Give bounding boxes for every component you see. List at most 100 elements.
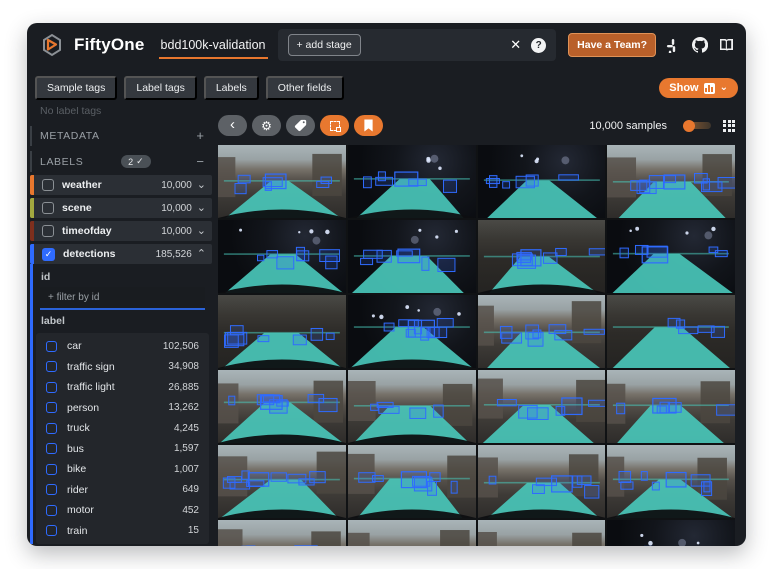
sample-tile[interactable] [348, 295, 476, 368]
patches-icon [330, 121, 340, 131]
class-checkbox[interactable] [46, 464, 57, 475]
sample-tile[interactable] [478, 370, 606, 443]
sample-tile[interactable] [348, 520, 476, 546]
grid-view-icon[interactable] [723, 120, 735, 132]
sample-tile[interactable] [348, 445, 476, 518]
field-row-timeofday[interactable]: timeofday10,000⌄ [30, 221, 212, 241]
sample-tile[interactable] [218, 370, 346, 443]
field-count: 10,000 [161, 203, 192, 214]
field-row-scene[interactable]: scene 10,000 ⌄ [30, 198, 212, 218]
class-row-bike[interactable]: bike1,007 [36, 459, 209, 480]
sample-tile[interactable] [607, 520, 735, 546]
patches-button[interactable] [320, 115, 349, 136]
id-field-header: id [33, 266, 212, 285]
class-label: person [67, 402, 99, 414]
filter-by-id-input[interactable] [40, 287, 205, 310]
sample-tile[interactable] [218, 145, 346, 218]
dataset-name[interactable]: bdd100k-validation [159, 32, 268, 59]
field-color-bar [30, 175, 34, 195]
expand-metadata-icon[interactable]: + [196, 131, 204, 141]
class-row-car[interactable]: car102,506 [36, 336, 209, 357]
labels-section-header[interactable]: LABELS 2✓ − [30, 151, 212, 172]
class-checkbox[interactable] [46, 402, 57, 413]
sample-tile[interactable] [478, 145, 606, 218]
tag-tab-label-tags[interactable]: Label tags [124, 76, 196, 100]
sample-tile[interactable] [478, 445, 606, 518]
class-row-bus[interactable]: bus1,597 [36, 439, 209, 460]
field-checkbox[interactable] [42, 179, 54, 191]
github-icon[interactable] [691, 37, 708, 54]
class-checkbox[interactable] [46, 505, 57, 516]
class-row-traffic-light[interactable]: traffic light26,885 [36, 377, 209, 398]
sample-tile[interactable] [478, 220, 606, 293]
settings-button[interactable]: ⚙ [252, 115, 281, 136]
field-checkbox[interactable] [42, 202, 54, 214]
class-checkbox[interactable] [46, 382, 57, 393]
tag-icon [294, 119, 307, 132]
field-checkbox[interactable]: ✓ [42, 248, 55, 261]
field-row-weather[interactable]: weather10,000⌄ [30, 175, 212, 195]
field-count: 10,000 [161, 226, 192, 237]
class-row-train[interactable]: train15 [36, 521, 209, 542]
chart-icon [704, 83, 715, 94]
fiftyone-logo-icon [39, 32, 65, 58]
check-icon: ✓ [136, 156, 144, 167]
sample-tile[interactable] [607, 220, 735, 293]
sample-tile[interactable] [348, 220, 476, 293]
add-stage-button[interactable]: + add stage [288, 34, 361, 56]
class-checkbox[interactable] [46, 341, 57, 352]
help-icon[interactable]: ? [531, 38, 546, 53]
class-row-truck[interactable]: truck4,245 [36, 418, 209, 439]
class-count: 26,885 [168, 382, 199, 393]
tag-tab-labels[interactable]: Labels [204, 76, 259, 100]
zoom-slider[interactable] [685, 122, 711, 129]
clear-view-icon[interactable]: ✕ [504, 37, 527, 53]
class-checkbox[interactable] [46, 423, 57, 434]
chevron-down-icon[interactable]: ⌄ [197, 204, 206, 213]
sample-tile[interactable] [607, 370, 735, 443]
detections-expanded-panel: id label car102,506traffic sign34,908tra… [30, 264, 212, 544]
sample-tile[interactable] [478, 520, 606, 546]
sample-tile[interactable] [607, 145, 735, 218]
collapse-labels-icon[interactable]: − [196, 157, 204, 167]
field-label: scene [62, 202, 92, 214]
class-checkbox[interactable] [46, 443, 57, 454]
class-row-person[interactable]: person13,262 [36, 398, 209, 419]
class-checkbox[interactable] [46, 525, 57, 536]
chevron-down-icon[interactable]: ⌄ [197, 227, 206, 236]
field-checkbox[interactable] [42, 225, 54, 237]
field-row-detections[interactable]: ✓detections185,526⌃ [30, 244, 212, 264]
back-button[interactable]: ‹ [218, 115, 247, 136]
sample-tile[interactable] [348, 145, 476, 218]
tag-samples-button[interactable] [286, 115, 315, 136]
class-checkbox[interactable] [46, 484, 57, 495]
chevron-down-icon: ⌄ [720, 84, 728, 92]
brand-title: FiftyOne [74, 35, 145, 55]
sample-tile[interactable] [218, 295, 346, 368]
chevron-down-icon[interactable]: ⌄ [197, 181, 206, 190]
tag-tab-sample-tags[interactable]: Sample tags [35, 76, 117, 100]
bookmark-icon [363, 119, 374, 132]
bookmark-button[interactable] [354, 115, 383, 136]
sample-tile[interactable] [218, 520, 346, 546]
class-row-rider[interactable]: rider649 [36, 480, 209, 501]
docs-book-icon[interactable] [717, 37, 734, 54]
tag-tab-other-fields[interactable]: Other fields [266, 76, 344, 100]
sample-tile[interactable] [218, 445, 346, 518]
segmentation-mask [613, 254, 733, 293]
sample-tile[interactable] [478, 295, 606, 368]
sample-tile[interactable] [348, 370, 476, 443]
show-stats-button[interactable]: Show ⌄ [659, 78, 738, 98]
have-a-team-button[interactable]: Have a Team? [568, 33, 656, 57]
class-checkbox[interactable] [46, 361, 57, 372]
sample-tile[interactable] [218, 220, 346, 293]
class-count: 1,597 [174, 443, 199, 454]
sample-tile[interactable] [607, 295, 735, 368]
class-row-motor[interactable]: motor452 [36, 500, 209, 521]
metadata-section-header[interactable]: METADATA + [30, 126, 212, 146]
chevron-up-icon[interactable]: ⌃ [197, 250, 206, 259]
class-row-traffic-sign[interactable]: traffic sign34,908 [36, 357, 209, 378]
sample-tile[interactable] [607, 445, 735, 518]
field-color-bar [30, 244, 34, 264]
slack-icon[interactable] [665, 37, 682, 54]
